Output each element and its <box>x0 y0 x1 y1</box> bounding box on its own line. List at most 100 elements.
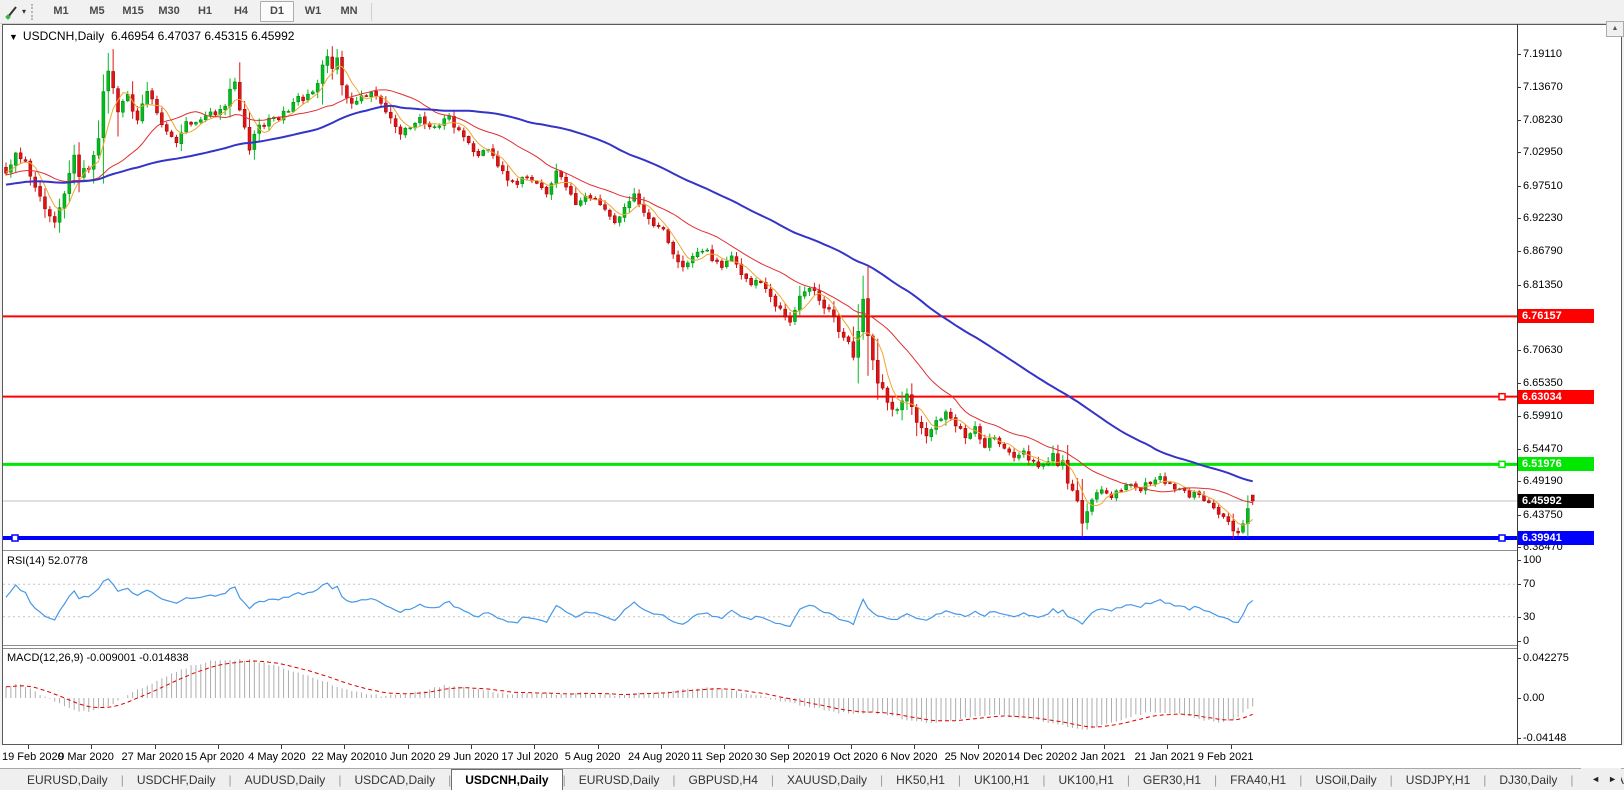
date-axis-tick <box>977 745 979 749</box>
chart-tab-audusd-daily[interactable]: AUDUSD,Daily <box>232 770 339 790</box>
date-axis: 19 Feb 2020 9 Mar 2020 27 Mar 2020 15 Apr 2… <box>0 745 1624 768</box>
price-axis-tick <box>1517 120 1521 122</box>
macd-panel-canvas[interactable] <box>3 649 1517 745</box>
price-axis-label: 7.19110 <box>1523 47 1562 60</box>
panel-separator[interactable] <box>3 645 1517 646</box>
chart-tab-ger30-h1[interactable]: GER30,H1 <box>1130 770 1214 790</box>
macd-axis-label: 0.042275 <box>1523 652 1569 664</box>
mt4-terminal: ▾ M1 M5 M15 M30 H1 H4 D1 W1 MN ▼ USDCNH,Daily 6.4… <box>0 0 1624 790</box>
rsi-panel-canvas[interactable] <box>3 552 1517 645</box>
date-axis-tick <box>91 745 93 749</box>
date-axis-label: 9 Mar 2020 <box>58 751 114 763</box>
level-price-badge: 6.63034 <box>1518 389 1594 404</box>
chart-tab-dj30-daily[interactable]: DJ30,Daily <box>1486 770 1570 790</box>
date-axis-label: 19 Feb 2020 <box>2 751 64 763</box>
panel-separator[interactable] <box>3 550 1517 551</box>
chart-ohlc-values: 6.46954 6.47037 6.45315 6.45992 <box>110 29 295 43</box>
price-axis-label: 6.92230 <box>1523 212 1563 224</box>
timeframe-button-h1[interactable]: H1 <box>188 1 222 22</box>
rsi-axis-tick <box>1517 641 1521 642</box>
main-chart-canvas[interactable] <box>3 45 1517 551</box>
date-axis-label: 27 Mar 2020 <box>121 751 184 763</box>
chart-tab-usoil-daily[interactable]: USOil,Daily <box>1302 770 1389 790</box>
price-axis-label: 6.81350 <box>1523 278 1563 291</box>
chart-tab-usdchf-daily[interactable]: USDCHF,Daily <box>124 770 229 790</box>
timeframe-button-w1[interactable]: W1 <box>296 1 330 22</box>
timeframe-buttons: M1 M5 M15 M30 H1 H4 D1 W1 MN <box>43 1 367 22</box>
date-axis-label: 19 Oct 2020 <box>817 751 878 763</box>
timeframe-button-m5[interactable]: M5 <box>80 1 114 22</box>
price-axis-tick <box>1517 350 1521 352</box>
date-axis-tick <box>1167 745 1169 749</box>
chart-collapse-icon[interactable]: ▼ <box>9 32 18 42</box>
date-axis-label: 30 Sep 2020 <box>754 751 818 763</box>
chart-tab-bar: EURUSD,Daily | USDCHF,Daily | AUDUSD,Daily | U… <box>0 768 1624 790</box>
rsi-axis-label: 0 <box>1523 635 1530 647</box>
date-axis-tick <box>724 745 726 749</box>
chart-tab-xauusd-daily[interactable]: XAUUSD,Daily <box>774 770 880 790</box>
chart-tab-usdjpy-h1[interactable]: USDJPY,H1 <box>1393 770 1483 790</box>
macd-label: MACD(12,26,9) -0.009001 -0.014838 <box>7 652 189 664</box>
price-axis-line <box>1517 24 1518 745</box>
scroll-up-button[interactable]: ▲ <box>1606 21 1624 37</box>
timeframe-button-mn[interactable]: MN <box>332 1 366 22</box>
timeframe-button-m15[interactable]: M15 <box>116 1 150 22</box>
date-axis-tick <box>281 745 283 749</box>
chart-tab-usdcad-daily[interactable]: USDCAD,Daily <box>341 770 448 790</box>
price-axis-tick <box>1517 449 1521 451</box>
price-axis-label: 6.86790 <box>1523 245 1563 258</box>
date-axis-tick <box>217 745 219 749</box>
rsi-axis-label: 30 <box>1523 611 1536 623</box>
date-axis-label: 6 Nov 2020 <box>881 751 938 763</box>
timeframe-button-h4[interactable]: H4 <box>224 1 258 22</box>
date-axis-label: 17 Jul 2020 <box>501 751 559 763</box>
date-axis-label: 11 Sep 2020 <box>691 751 753 763</box>
chart-tab-fra40-h1[interactable]: FRA40,H1 <box>1217 770 1299 790</box>
chart-tab-usdcnh-daily[interactable]: USDCNH,Daily <box>451 769 563 790</box>
date-axis-label: 2 Jan 2021 <box>1071 751 1126 763</box>
tab-scroll-left-icon[interactable]: ◄ <box>1591 774 1600 784</box>
date-axis-tick <box>1040 745 1042 749</box>
timeframe-button-m30[interactable]: M30 <box>152 1 186 22</box>
date-axis-tick <box>661 745 662 749</box>
chart-tab-hk50-h1[interactable]: HK50,H1 <box>883 770 958 790</box>
chart-tab-eurusd-daily[interactable]: EURUSD,Daily <box>14 770 121 790</box>
date-axis-label: 22 May 2020 <box>311 751 376 763</box>
tab-scroll-arrows: ◄ ► <box>1581 768 1621 790</box>
chart-tab-uk100-h1[interactable]: UK100,H1 <box>961 770 1042 790</box>
chart-wand-icon[interactable] <box>4 4 20 20</box>
tab-scroll-right-icon[interactable]: ► <box>1608 774 1617 784</box>
level-price-badge: 6.39941 <box>1518 531 1594 545</box>
price-axis-tick <box>1517 152 1521 154</box>
chart-tab-uk100-h1[interactable]: UK100,H1 <box>1046 770 1127 790</box>
date-axis-label: 14 Dec 2020 <box>1007 751 1071 763</box>
price-axis-tick <box>1517 218 1521 219</box>
date-axis-tick <box>850 745 852 749</box>
date-axis-label: 4 May 2020 <box>248 751 306 763</box>
date-axis-label: 15 Apr 2020 <box>184 751 245 763</box>
date-axis-label: 24 Aug 2020 <box>628 751 690 763</box>
price-axis-label: 7.02950 <box>1523 146 1563 159</box>
date-axis-tick <box>1104 745 1106 749</box>
price-axis-tick <box>1517 514 1521 516</box>
date-axis-tick <box>597 745 599 749</box>
timeframe-button-d1[interactable]: D1 <box>260 1 295 22</box>
price-axis-label: 6.49190 <box>1523 475 1563 488</box>
timeframe-button-m1[interactable]: M1 <box>44 1 78 22</box>
rsi-label: RSI(14) 52.0778 <box>7 555 88 567</box>
date-axis-tick <box>914 745 916 749</box>
price-axis-label: 6.97510 <box>1523 179 1563 192</box>
price-axis-label: 6.43750 <box>1523 508 1563 521</box>
chart-tab-gbpusd-h4[interactable]: GBPUSD,H4 <box>676 770 771 790</box>
rsi-axis-label: 70 <box>1523 578 1536 590</box>
price-axis-tick <box>1517 185 1521 187</box>
date-axis-tick <box>154 745 156 749</box>
chart-tab-eurusd-daily[interactable]: EURUSD,Daily <box>566 770 673 790</box>
date-axis-label: 5 Aug 2020 <box>564 751 621 763</box>
chart-symbol-period: USDCNH,Daily <box>22 29 105 43</box>
date-axis-label: 21 Jan 2021 <box>1134 751 1196 763</box>
chart-title: ▼ USDCNH,Daily 6.46954 6.47037 6.45315 6.… <box>9 29 294 43</box>
date-axis-tick <box>471 745 473 749</box>
price-axis-tick <box>1517 53 1521 55</box>
chart-tool-dropdown-icon[interactable]: ▾ <box>22 7 26 16</box>
